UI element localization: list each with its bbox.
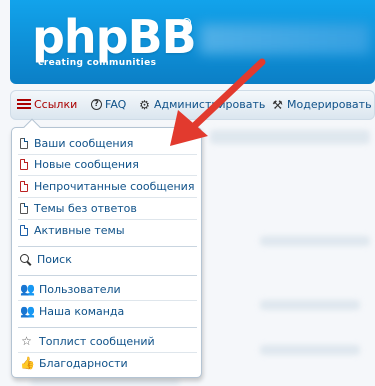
nav-bar: Ссылки ? FAQ ⚙ Администрировать ⚒ Модери… (10, 90, 375, 120)
faq-label: FAQ (105, 98, 127, 111)
document-blue-icon (20, 224, 28, 236)
menu-item-label: Ваши сообщения (34, 136, 134, 150)
blurred-content (210, 130, 370, 144)
users-icon: 👥 (20, 282, 35, 296)
menu-divider (18, 275, 197, 276)
menu-item-top-posts[interactable]: ☆ Топлист сообщений (18, 331, 197, 351)
menu-item-unread-posts[interactable]: Непрочитанные сообщения (18, 176, 197, 196)
registered-mark: ® (182, 18, 192, 28)
links-menu-button[interactable]: Ссылки (17, 98, 77, 111)
menu-item-label: Топлист сообщений (39, 334, 155, 348)
moderate-label: Модерировать (287, 98, 372, 111)
menu-item-thanks[interactable]: 👍 Благодарности (18, 353, 197, 373)
blurred-content (260, 236, 370, 246)
menu-item-unanswered-topics[interactable]: Темы без ответов (18, 198, 197, 218)
moderate-link[interactable]: ⚒ Модерировать (271, 97, 372, 112)
blurred-content (260, 300, 360, 310)
hamburger-icon (17, 99, 31, 110)
menu-item-label: Пользователи (39, 282, 121, 296)
search-icon (20, 253, 31, 265)
menu-item-label: Активные темы (34, 223, 125, 237)
links-label: Ссылки (34, 98, 78, 111)
menu-item-label: Наша команда (39, 304, 125, 318)
blurred-content (260, 345, 360, 355)
menu-item-team[interactable]: 👥 Наша команда (18, 301, 197, 321)
document-red-icon (20, 180, 28, 192)
admin-label: Администрировать (154, 98, 266, 111)
document-red-icon (20, 158, 28, 170)
menu-item-label: Поиск (37, 252, 72, 266)
phpbb-logo[interactable]: phpBB ® creating communities (32, 10, 197, 68)
thumbs-up-icon: 👍 (20, 356, 35, 370)
menu-item-new-posts[interactable]: Новые сообщения (18, 154, 197, 174)
admin-link[interactable]: ⚙ Администрировать (138, 98, 265, 111)
menu-divider (18, 246, 197, 247)
links-dropdown-menu: Ваши сообщения Новые сообщения Непрочита… (11, 118, 202, 378)
faq-link[interactable]: ? FAQ (91, 98, 126, 111)
menu-item-label: Непрочитанные сообщения (34, 179, 195, 193)
gears-icon: ⚙ (139, 97, 150, 112)
logo-tagline: creating communities (38, 58, 157, 68)
blurred-content (30, 379, 180, 385)
menu-item-users[interactable]: 👥 Пользователи (18, 279, 197, 299)
menu-item-label: Новые сообщения (34, 157, 139, 171)
site-header: phpBB ® creating communities (10, 0, 375, 84)
question-icon: ? (91, 99, 102, 110)
gavel-icon: ⚒ (272, 97, 283, 112)
team-icon: 👥 (20, 304, 35, 318)
menu-item-active-topics[interactable]: Активные темы (18, 220, 197, 240)
menu-item-search[interactable]: Поиск (18, 249, 197, 269)
document-icon (20, 137, 28, 149)
blurred-site-title (200, 24, 370, 54)
logo-text: phpBB (32, 10, 197, 64)
menu-item-label: Благодарности (39, 356, 128, 370)
star-icon: ☆ (21, 334, 32, 348)
menu-item-your-posts[interactable]: Ваши сообщения (18, 133, 197, 153)
menu-divider (18, 327, 197, 328)
menu-item-label: Темы без ответов (34, 201, 137, 215)
document-icon (20, 202, 28, 214)
